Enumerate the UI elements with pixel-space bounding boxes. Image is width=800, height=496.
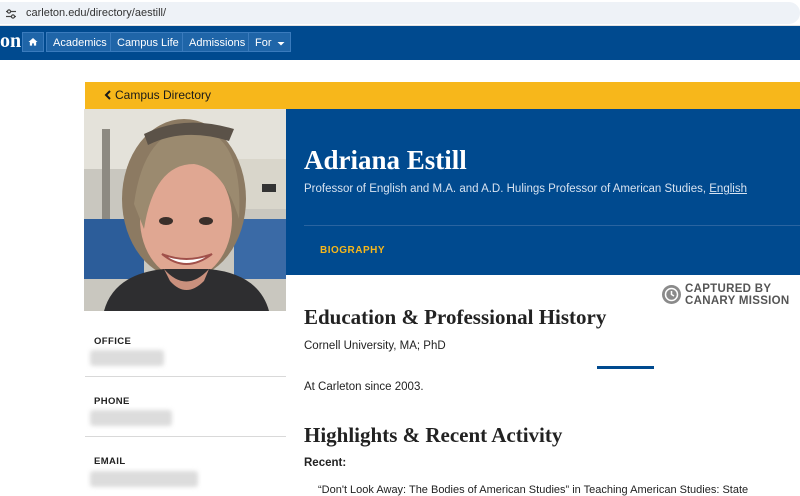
phone-label: PHONE (94, 396, 130, 407)
accent-divider (597, 366, 654, 369)
clock-icon (662, 285, 681, 304)
tab-biography[interactable]: BIOGRAPHY (320, 245, 385, 256)
education-heading: Education & Professional History (304, 305, 607, 329)
highlights-heading: Highlights & Recent Activity (304, 423, 563, 447)
home-button[interactable] (22, 32, 44, 52)
watermark-line-2: CANARY MISSION (685, 295, 790, 307)
sidebar-divider (85, 436, 286, 437)
home-icon (28, 37, 38, 46)
url-field[interactable]: carleton.edu/directory/aestill/ (0, 2, 800, 24)
nav-for-label: For (255, 37, 272, 49)
watermark-line-1: CAPTURED BY (685, 283, 772, 295)
site-logo-fragment[interactable]: on (0, 30, 21, 53)
recent-item: “Don't Look Away: The Bodies of American… (318, 484, 749, 496)
sidebar-divider (85, 376, 286, 377)
phone-value-redacted (90, 410, 172, 426)
profile-header: Adriana Estill Professor of English and … (286, 109, 800, 275)
nav-for-dropdown[interactable]: For (248, 32, 291, 52)
profile-name: Adriana Estill (304, 145, 467, 175)
nav-campus-life[interactable]: Campus Life (110, 32, 186, 52)
breadcrumb-campus-directory[interactable]: Campus Directory (115, 88, 211, 102)
email-label: EMAIL (94, 456, 126, 467)
profile-role: Professor of English and M.A. and A.D. H… (304, 183, 747, 195)
recent-label: Recent: (304, 457, 347, 469)
breadcrumb-bar: Campus Directory (85, 82, 800, 109)
chevron-left-icon (104, 90, 111, 100)
url-text: carleton.edu/directory/aestill/ (26, 7, 167, 19)
main-nav: on Academics Campus Life Admissions For (0, 26, 800, 60)
watermark-text: CAPTURED BY CANARY MISSION (685, 283, 790, 307)
profile-photo (84, 109, 286, 311)
carleton-since-text: At Carleton since 2003. (304, 381, 424, 393)
nav-academics[interactable]: Academics (46, 32, 114, 52)
office-value-redacted (90, 350, 164, 366)
portrait-image (84, 109, 286, 311)
profile-title: Professor of English and M.A. and A.D. H… (304, 183, 707, 195)
department-link[interactable]: English (709, 183, 747, 195)
education-text: Cornell University, MA; PhD (304, 340, 446, 352)
office-label: OFFICE (94, 336, 132, 347)
canary-mission-watermark: CAPTURED BY CANARY MISSION (662, 283, 792, 309)
header-divider (304, 225, 800, 226)
chevron-down-icon (277, 42, 284, 46)
site-settings-icon[interactable] (5, 8, 17, 20)
browser-address-bar: carleton.edu/directory/aestill/ (0, 0, 800, 26)
email-value-redacted (90, 471, 198, 487)
nav-admissions[interactable]: Admissions (182, 32, 253, 52)
